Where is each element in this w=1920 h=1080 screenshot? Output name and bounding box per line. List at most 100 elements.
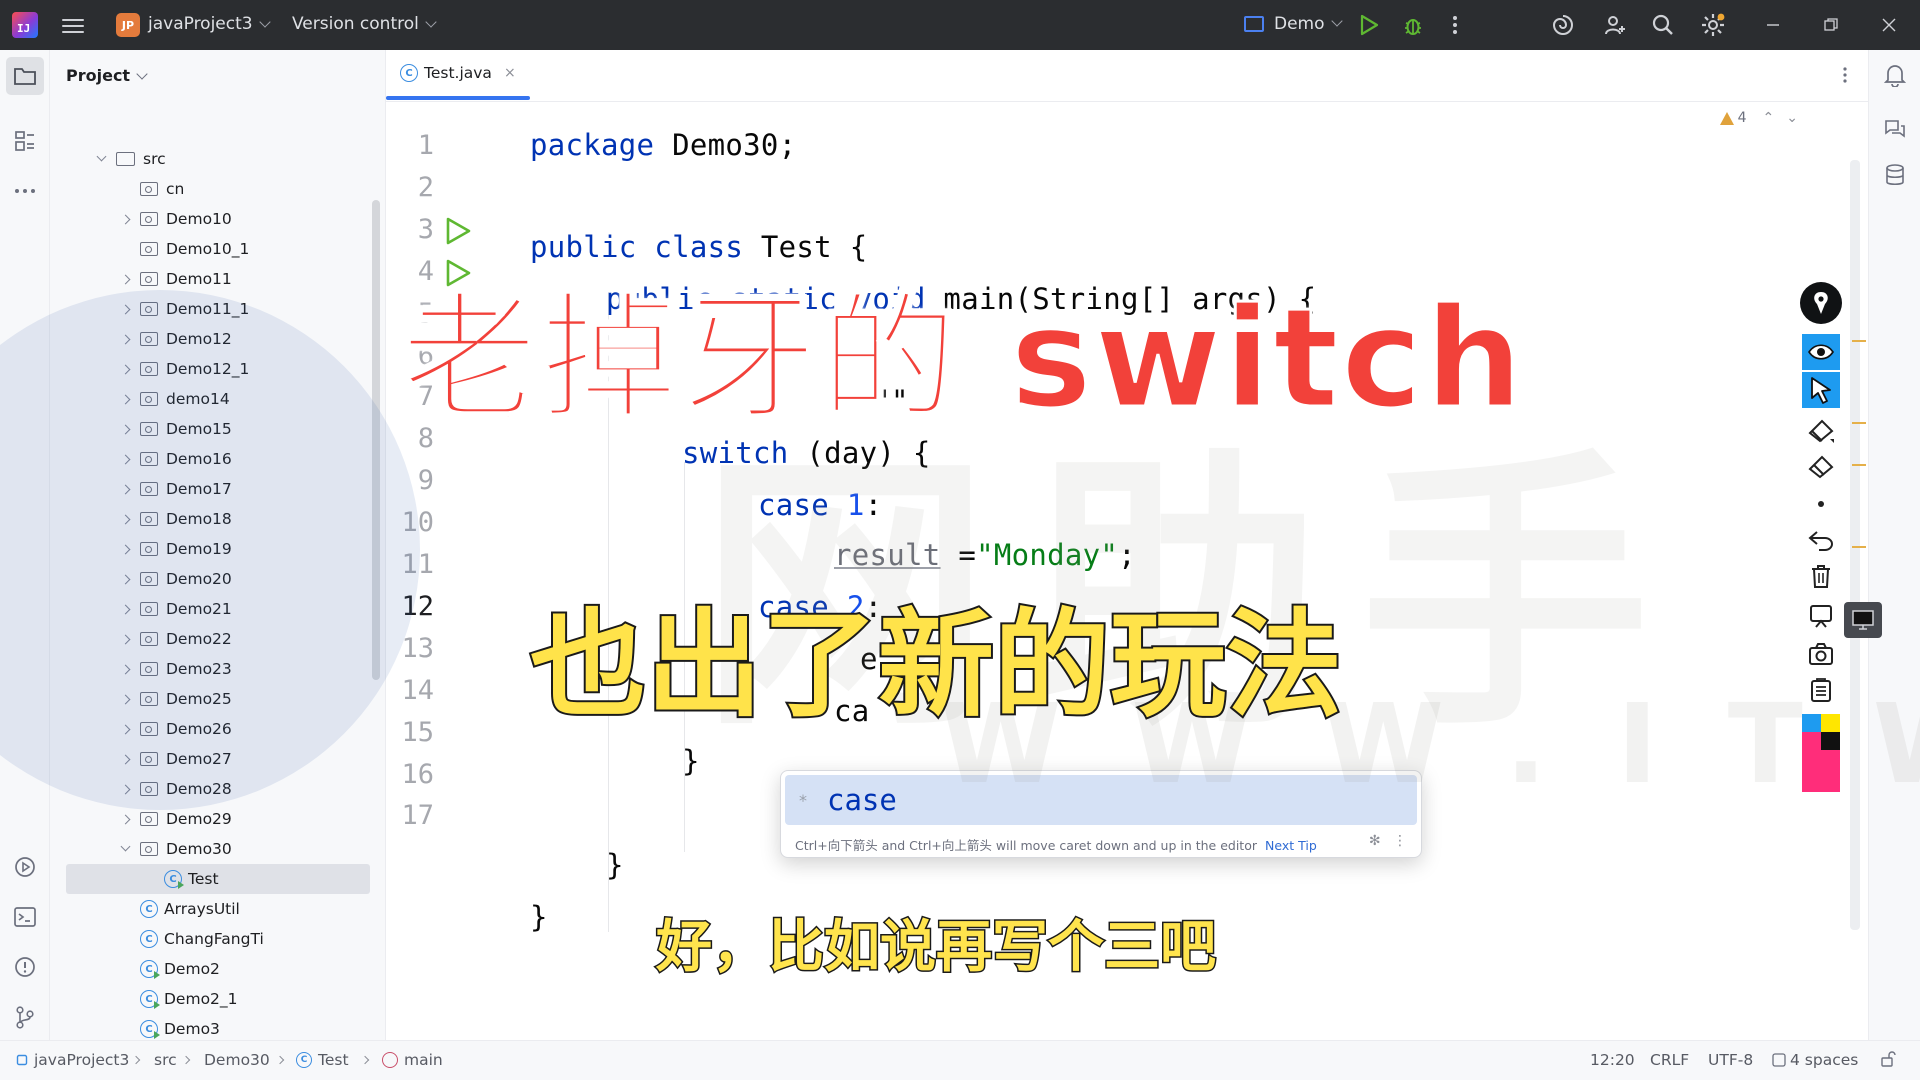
tree-item[interactable]: Demo17 xyxy=(50,474,370,504)
draw-eraser-button[interactable] xyxy=(1802,448,1840,484)
next-highlight-icon[interactable]: ⌄ xyxy=(1786,110,1798,126)
structure-tool-button[interactable] xyxy=(12,128,38,154)
indent-setting[interactable]: 4 spaces xyxy=(1772,1051,1858,1069)
run-button[interactable] xyxy=(1356,12,1382,38)
previous-highlight-icon[interactable]: ⌃ xyxy=(1763,110,1775,126)
tree-item[interactable]: Demo21 xyxy=(50,594,370,624)
color-swatch[interactable] xyxy=(1802,750,1840,792)
chevron-right-icon[interactable] xyxy=(118,602,132,616)
tree-item[interactable]: Demo16 xyxy=(50,444,370,474)
chevron-right-icon[interactable] xyxy=(118,662,132,676)
completion-item-case[interactable]: * case xyxy=(785,775,1417,825)
restore-button[interactable] xyxy=(1818,12,1844,38)
notifications-button[interactable] xyxy=(1882,62,1908,88)
chevron-right-icon[interactable] xyxy=(118,572,132,586)
tree-item[interactable]: Demo10_1 xyxy=(50,234,370,264)
draw-clipboard-button[interactable] xyxy=(1802,672,1840,708)
tree-item[interactable]: Demo19 xyxy=(50,534,370,564)
tree-item[interactable]: Demo11_1 xyxy=(50,294,370,324)
more-actions-button[interactable] xyxy=(1442,12,1468,38)
run-gutter-icon[interactable] xyxy=(444,258,472,288)
version-control-menu[interactable]: Version control xyxy=(292,14,437,34)
code-area[interactable]: package Demo30; public class Test { publ… xyxy=(530,102,1860,1040)
chevron-right-icon[interactable] xyxy=(118,512,132,526)
ai-assistant-button[interactable] xyxy=(1550,12,1576,38)
tree-item[interactable]: Demo12 xyxy=(50,324,370,354)
terminal-tool-button[interactable] xyxy=(12,904,38,930)
popup-menu-icon[interactable]: ⋮ xyxy=(1393,833,1407,849)
color-swatch[interactable] xyxy=(1821,732,1840,750)
breadcrumb-package[interactable]: Demo30 xyxy=(204,1051,270,1069)
problems-tool-button[interactable] xyxy=(12,954,38,980)
tree-item[interactable]: Demo25 xyxy=(50,684,370,714)
draw-visibility-button[interactable] xyxy=(1802,334,1840,370)
tree-item[interactable]: Demo30 xyxy=(50,834,370,864)
tree-item[interactable]: Demo10 xyxy=(50,204,370,234)
error-stripe-mark[interactable] xyxy=(1852,340,1866,342)
run-config-selector[interactable]: Demo xyxy=(1244,14,1343,34)
breadcrumb-method[interactable]: main xyxy=(382,1051,443,1069)
tab-options-icon[interactable] xyxy=(1842,66,1848,89)
editor-tab-test-java[interactable]: C Test.java × xyxy=(400,64,516,82)
editor-scrollbar[interactable] xyxy=(1850,160,1860,930)
project-badge[interactable]: JP xyxy=(116,13,140,37)
chevron-right-icon[interactable] xyxy=(118,692,132,706)
chevron-right-icon[interactable] xyxy=(118,452,132,466)
tree-item[interactable]: Demo28 xyxy=(50,774,370,804)
chevron-right-icon[interactable] xyxy=(118,332,132,346)
inspection-widget[interactable]: 4 ⌃ ⌄ xyxy=(1719,110,1798,126)
caret-position[interactable]: 12:20 xyxy=(1590,1051,1635,1069)
tree-item[interactable]: Demo23 xyxy=(50,654,370,684)
tree-item[interactable]: Demo12_1 xyxy=(50,354,370,384)
color-swatch[interactable] xyxy=(1821,714,1840,732)
color-swatch[interactable] xyxy=(1802,714,1821,732)
minimize-button[interactable] xyxy=(1760,12,1786,38)
tree-item[interactable]: C Demo2_1 xyxy=(50,984,370,1014)
chevron-right-icon[interactable] xyxy=(118,782,132,796)
chevron-right-icon[interactable] xyxy=(118,302,132,316)
intellij-logo-icon[interactable]: IJ xyxy=(12,12,38,38)
draw-undo-button[interactable] xyxy=(1802,522,1840,558)
error-stripe-mark[interactable] xyxy=(1852,546,1866,548)
close-window-button[interactable] xyxy=(1876,12,1902,38)
tree-item[interactable]: cn xyxy=(50,174,370,204)
color-swatch[interactable] xyxy=(1802,732,1821,750)
tree-item[interactable]: Demo11 xyxy=(50,264,370,294)
debug-button[interactable] xyxy=(1400,12,1426,38)
tree-item[interactable]: demo14 xyxy=(50,384,370,414)
add-user-button[interactable] xyxy=(1602,12,1628,38)
chevron-right-icon[interactable] xyxy=(118,422,132,436)
next-tip-link[interactable]: Next Tip xyxy=(1265,838,1317,853)
tree-item[interactable]: Demo29 xyxy=(50,804,370,834)
draw-extra-screen-button[interactable] xyxy=(1844,602,1882,638)
project-panel-header[interactable]: Project xyxy=(66,66,148,85)
project-tree-scrollbar[interactable] xyxy=(372,200,380,680)
chevron-down-icon[interactable] xyxy=(118,842,132,856)
more-tools-button[interactable] xyxy=(12,178,38,204)
tree-item[interactable]: src xyxy=(50,144,370,174)
draw-cursor-button[interactable] xyxy=(1802,372,1840,408)
tree-item[interactable]: C Test xyxy=(66,864,370,894)
tree-item[interactable]: Demo26 xyxy=(50,714,370,744)
database-button[interactable] xyxy=(1882,162,1908,188)
chevron-right-icon[interactable] xyxy=(118,752,132,766)
chevron-right-icon[interactable] xyxy=(118,362,132,376)
run-gutter-icon[interactable] xyxy=(444,216,472,246)
project-switcher[interactable]: javaProject3 xyxy=(148,14,271,34)
tree-item[interactable]: C Demo3 xyxy=(50,1014,370,1040)
tree-item[interactable]: Demo22 xyxy=(50,624,370,654)
draw-color-palette[interactable] xyxy=(1802,714,1840,792)
breadcrumb-project[interactable]: javaProject3 xyxy=(16,1051,129,1069)
draw-screenshot-button[interactable] xyxy=(1802,636,1840,672)
chevron-right-icon[interactable] xyxy=(118,212,132,226)
chevron-right-icon[interactable] xyxy=(118,722,132,736)
chevron-right-icon[interactable] xyxy=(118,272,132,286)
main-menu-icon[interactable] xyxy=(62,15,84,35)
git-tool-button[interactable] xyxy=(12,1004,38,1030)
readonly-toggle[interactable] xyxy=(1880,1051,1896,1071)
tab-close-icon[interactable]: × xyxy=(504,65,516,81)
line-number-gutter[interactable]: 1 2 3 4 5 6 7 8 9 10 11 12 13 14 15 16 17 xyxy=(386,102,526,1040)
breadcrumb-src[interactable]: src xyxy=(154,1051,177,1069)
error-stripe-mark[interactable] xyxy=(1852,422,1866,424)
chevron-right-icon[interactable] xyxy=(118,632,132,646)
